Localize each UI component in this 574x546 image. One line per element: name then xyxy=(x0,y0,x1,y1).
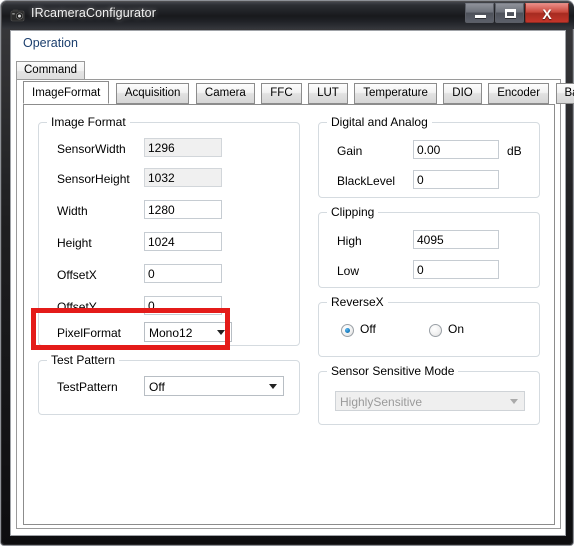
close-icon: X xyxy=(542,6,552,22)
dropdown-pixelformat-value: Mono12 xyxy=(149,326,193,340)
input-gain[interactable]: 0.00 xyxy=(413,140,499,159)
group-title-digital-and-analog: Digital and Analog xyxy=(327,115,432,129)
input-sensorwidth: 1296 xyxy=(144,138,222,157)
minimize-icon xyxy=(475,15,486,18)
group-image-format: Image Format SensorWidth 1296 SensorHeig… xyxy=(38,115,300,346)
title-bar[interactable]: IRcameraConfigurator X xyxy=(2,2,574,29)
tab-command[interactable]: Command xyxy=(16,61,86,80)
label-low: Low xyxy=(337,264,360,278)
tab-imageformat[interactable]: ImageFormat xyxy=(23,81,110,104)
outer-tab-strip: Command xyxy=(16,61,561,80)
maximize-button[interactable] xyxy=(495,3,524,23)
dropdown-testpattern[interactable]: Off xyxy=(144,376,284,396)
window-title: IRcameraConfigurator xyxy=(31,6,156,20)
inner-tab-strip: ImageFormat Acquisition Camera FFC LUT T… xyxy=(23,81,574,105)
radio-selected-icon xyxy=(341,324,354,337)
input-low[interactable]: 0 xyxy=(413,260,499,279)
group-reversex: ReverseX Off On xyxy=(318,295,540,357)
chevron-down-icon xyxy=(217,330,225,335)
maximize-icon xyxy=(505,9,516,18)
label-offsety: OffsetY xyxy=(57,300,97,314)
close-button[interactable]: X xyxy=(525,3,569,23)
tab-ffc[interactable]: FFC xyxy=(261,83,302,104)
dropdown-pixelformat[interactable]: Mono12 xyxy=(144,322,232,342)
chevron-down-icon xyxy=(269,384,277,389)
application-window: IRcameraConfigurator X Operation Command… xyxy=(0,0,574,546)
input-offsetx[interactable]: 0 xyxy=(144,264,222,283)
label-sensorwidth: SensorWidth xyxy=(57,142,126,156)
input-width[interactable]: 1280 xyxy=(144,200,222,219)
label-pixelformat: PixelFormat xyxy=(57,326,122,340)
label-width: Width xyxy=(57,204,88,218)
unit-gain-db: dB xyxy=(507,144,522,158)
group-title-test-pattern: Test Pattern xyxy=(47,353,120,367)
group-clipping: Clipping High 4095 Low 0 xyxy=(318,205,540,288)
group-title-clipping: Clipping xyxy=(327,205,379,219)
group-title-image-format: Image Format xyxy=(47,115,130,129)
menu-bar: Operation xyxy=(11,31,565,59)
label-height: Height xyxy=(57,236,92,250)
input-sensorheight: 1032 xyxy=(144,168,222,187)
radio-label-off: Off xyxy=(360,322,376,336)
tab-band-control[interactable]: Band Control xyxy=(555,83,574,104)
group-test-pattern: Test Pattern TestPattern Off xyxy=(38,353,300,415)
tab-acquisition[interactable]: Acquisition xyxy=(115,83,190,104)
menu-item-operation[interactable]: Operation xyxy=(23,36,78,50)
input-blacklevel[interactable]: 0 xyxy=(413,170,499,189)
tab-temperature[interactable]: Temperature xyxy=(354,83,437,104)
group-sensor-sensitive-mode: Sensor Sensitive Mode HighlySensitive xyxy=(318,364,540,425)
client-area: Operation Command ImageFormat Acquisitio… xyxy=(10,30,574,536)
dropdown-sensor-sensitive-mode-value: HighlySensitive xyxy=(340,395,423,409)
label-offsetx: OffsetX xyxy=(57,268,97,282)
input-height[interactable]: 1024 xyxy=(144,232,222,251)
camera-icon xyxy=(10,9,25,22)
chevron-down-icon xyxy=(510,399,518,404)
outer-tab-page: ImageFormat Acquisition Camera FFC LUT T… xyxy=(16,79,574,529)
tab-dio[interactable]: DIO xyxy=(443,83,482,104)
group-title-reversex: ReverseX xyxy=(327,295,388,309)
tab-camera[interactable]: Camera xyxy=(195,83,255,104)
dropdown-testpattern-value: Off xyxy=(149,380,165,394)
imageformat-tab-page: Image Format SensorWidth 1296 SensorHeig… xyxy=(23,104,555,525)
label-high: High xyxy=(337,234,362,248)
tab-lut[interactable]: LUT xyxy=(308,83,348,104)
label-testpattern: TestPattern xyxy=(57,380,118,394)
input-offsety[interactable]: 0 xyxy=(144,296,222,315)
label-sensorheight: SensorHeight xyxy=(57,172,130,186)
tab-encoder[interactable]: Encoder xyxy=(488,83,550,104)
group-digital-and-analog: Digital and Analog Gain 0.00 dB BlackLev… xyxy=(318,115,540,198)
label-gain: Gain xyxy=(337,144,363,158)
input-high[interactable]: 4095 xyxy=(413,230,499,249)
radio-label-on: On xyxy=(448,322,465,336)
minimize-button[interactable] xyxy=(465,3,494,23)
dropdown-sensor-sensitive-mode: HighlySensitive xyxy=(335,391,525,411)
radio-unselected-icon xyxy=(429,324,442,337)
group-title-sensor-sensitive-mode: Sensor Sensitive Mode xyxy=(327,364,459,378)
label-blacklevel: BlackLevel xyxy=(337,174,396,188)
